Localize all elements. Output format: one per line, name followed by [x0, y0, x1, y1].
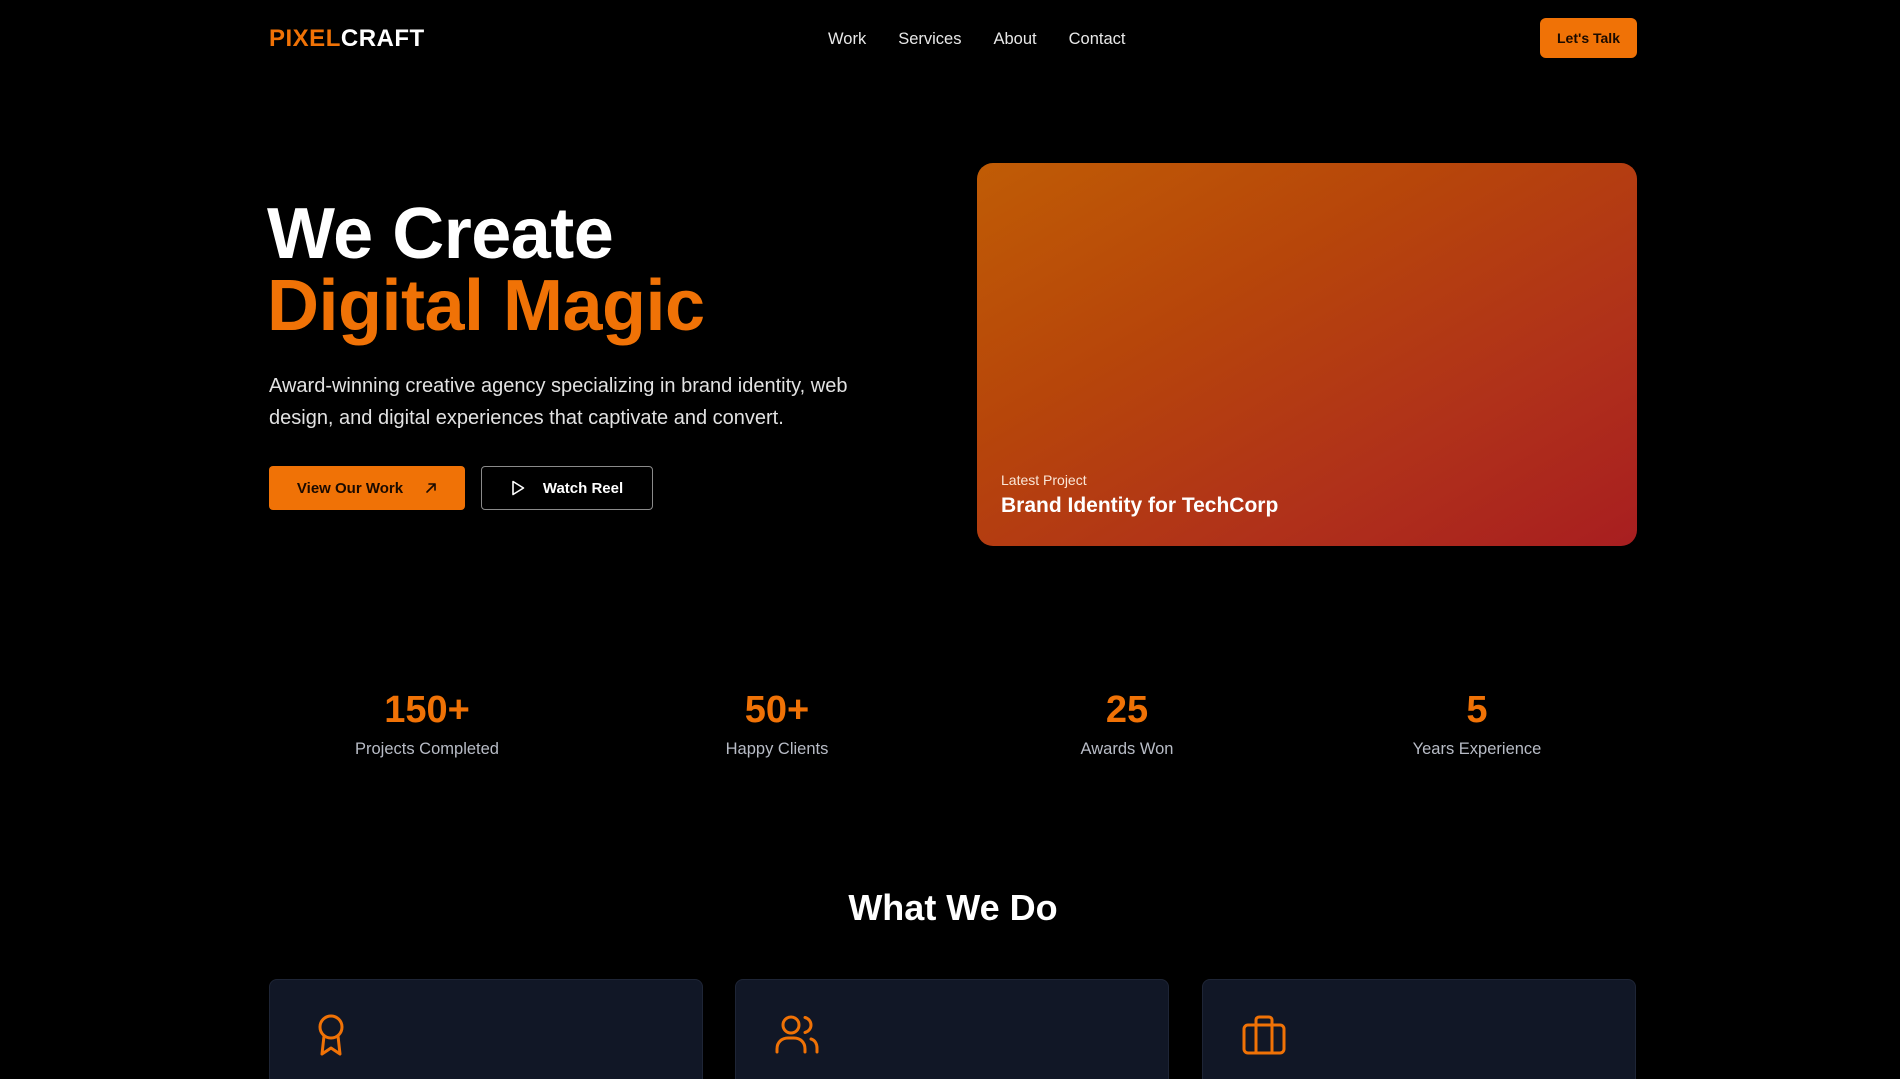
service-card-3[interactable]	[1202, 979, 1636, 1079]
what-we-do-title: What We Do	[848, 887, 1058, 928]
lets-talk-button[interactable]: Let's Talk	[1540, 18, 1637, 58]
logo[interactable]: PIXELCRAFT	[269, 24, 425, 54]
latest-project-title: Brand Identity for TechCorp	[1001, 494, 1279, 517]
view-our-work-button[interactable]: View Our Work	[269, 466, 465, 510]
stat-experience: 5 Years Experience	[1347, 688, 1607, 760]
play-icon	[511, 480, 525, 496]
stat-value: 150+	[384, 689, 470, 731]
service-card-1[interactable]	[269, 979, 703, 1079]
stat-label: Happy Clients	[725, 740, 829, 758]
latest-project-card[interactable]: Latest Project Brand Identity for TechCo…	[977, 163, 1637, 546]
stat-label: Years Experience	[1412, 740, 1542, 758]
stat-clients: 50+ Happy Clients	[647, 688, 907, 760]
hero-title-line2: Digital Magic	[267, 266, 705, 346]
stat-value: 5	[1466, 689, 1488, 731]
nav-link-contact[interactable]: Contact	[1069, 28, 1126, 50]
logo-pixel: PIXEL	[269, 25, 341, 52]
hero-title: We Create Digital Magic	[267, 198, 705, 342]
latest-project-label: Latest Project	[1001, 472, 1087, 488]
watch-reel-label: Watch Reel	[542, 479, 624, 497]
service-card-2[interactable]	[735, 979, 1169, 1079]
logo-craft: CRAFT	[340, 25, 425, 52]
view-our-work-label: View Our Work	[296, 479, 404, 497]
stat-label: Awards Won	[1080, 740, 1174, 758]
stat-awards: 25 Awards Won	[997, 688, 1257, 760]
nav-link-services[interactable]: Services	[898, 28, 961, 50]
briefcase-icon	[1241, 1012, 1287, 1058]
stat-label: Projects Completed	[355, 740, 499, 758]
award-icon	[308, 1012, 354, 1058]
watch-reel-button[interactable]: Watch Reel	[481, 466, 653, 510]
stat-value: 50+	[744, 689, 810, 731]
latest-project-caption: Latest Project Brand Identity for TechCo…	[1001, 470, 1278, 520]
stat-value: 25	[1105, 689, 1149, 731]
stat-projects: 150+ Projects Completed	[297, 688, 557, 760]
top-nav: PIXELCRAFT Work Services About Contact L…	[0, 0, 1900, 78]
nav-links: Work Services About Contact	[828, 28, 1157, 50]
hero-description: Award-winning creative agency specializi…	[269, 375, 848, 429]
nav-link-about[interactable]: About	[993, 28, 1036, 50]
hero-title-line1: We Create	[267, 194, 614, 274]
arrow-up-right-icon	[425, 482, 437, 494]
nav-link-work[interactable]: Work	[828, 28, 866, 50]
users-icon	[774, 1012, 820, 1058]
